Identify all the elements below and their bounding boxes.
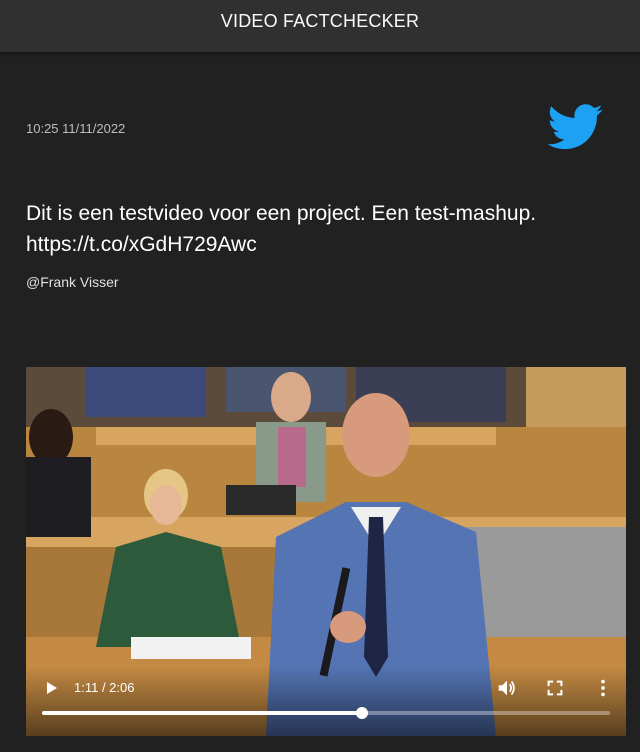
- app-header: VIDEO FACTCHECKER: [0, 0, 640, 52]
- tweet-text: Dit is een testvideo voor een project. E…: [26, 198, 626, 260]
- fullscreen-icon[interactable]: [544, 677, 566, 699]
- seek-bar[interactable]: [42, 707, 610, 719]
- seek-progress: [42, 711, 363, 715]
- more-vert-icon[interactable]: [592, 677, 614, 699]
- play-icon[interactable]: [42, 679, 60, 697]
- tweet-timestamp: 10:25 11/11/2022: [26, 121, 126, 136]
- tweet-link[interactable]: https://t.co/xGdH729Awc: [26, 229, 626, 260]
- video-player[interactable]: 1:11 / 2:06: [26, 367, 626, 736]
- volume-icon[interactable]: [496, 677, 518, 699]
- video-controls: 1:11 / 2:06: [26, 666, 626, 736]
- tweet-author[interactable]: @Frank Visser: [26, 274, 119, 290]
- seek-thumb[interactable]: [356, 707, 369, 719]
- tweet-text-line: Dit is een testvideo voor een project. E…: [26, 202, 537, 225]
- app-title: VIDEO FACTCHECKER: [220, 10, 420, 31]
- twitter-bird-icon[interactable]: [548, 104, 604, 150]
- video-time-display: 1:11 / 2:06: [74, 680, 135, 695]
